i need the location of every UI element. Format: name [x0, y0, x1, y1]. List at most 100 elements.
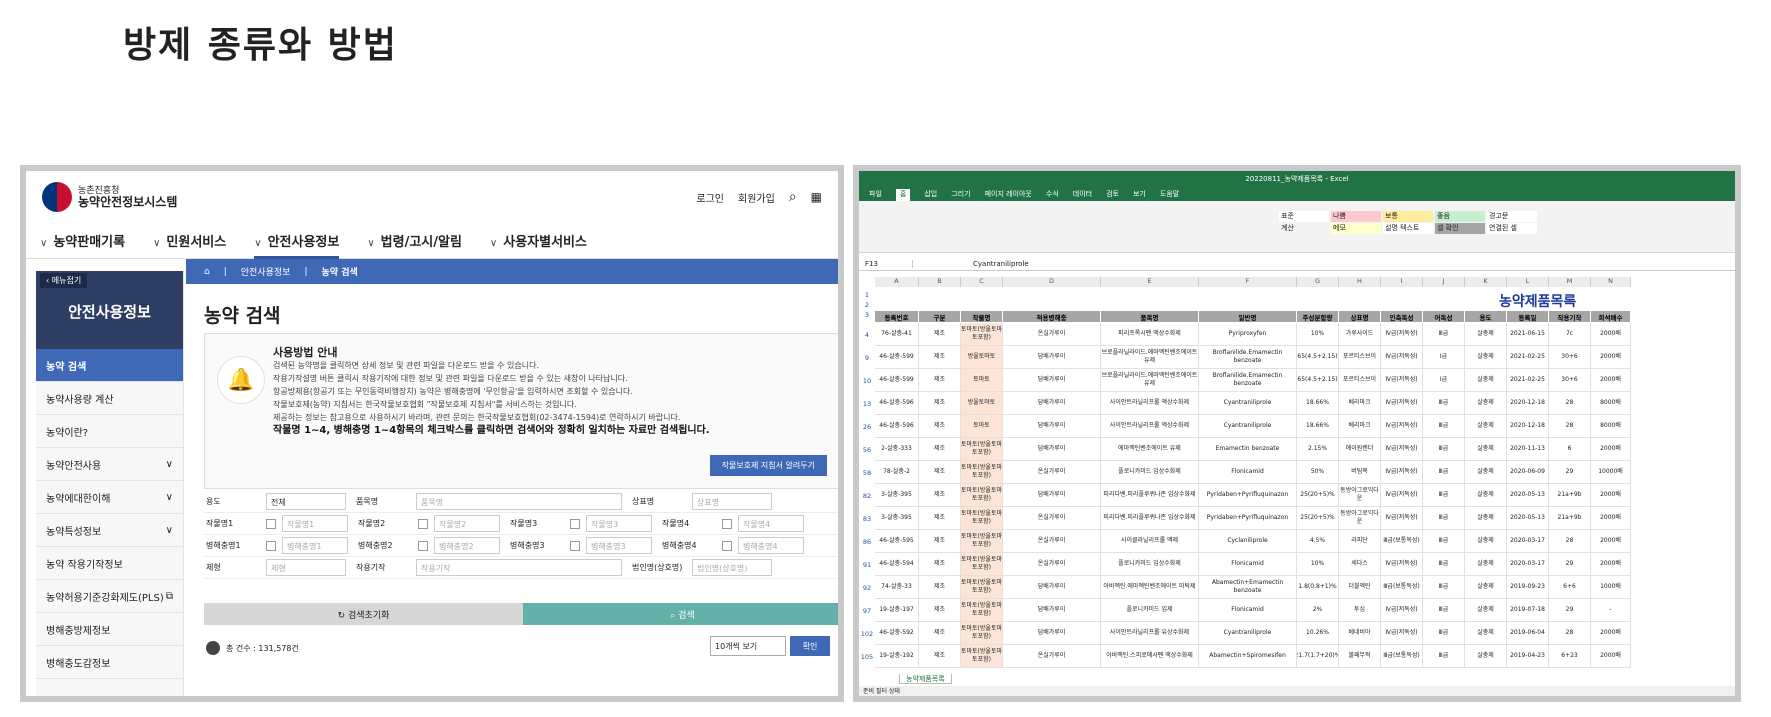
- table-cell[interactable]: 2000배: [1591, 530, 1631, 553]
- cell-style-item[interactable]: 좋음: [1435, 211, 1485, 222]
- row-number[interactable]: 1: [859, 291, 875, 299]
- table-cell[interactable]: Ⅲ급: [1423, 438, 1465, 461]
- table-cell[interactable]: 사이안트라닐리프롤 액상수화제: [1101, 392, 1199, 415]
- side-item-understanding[interactable]: 농약에대한이해 ∨: [36, 481, 183, 514]
- table-cell[interactable]: 2019-04-23: [1507, 645, 1549, 668]
- column-header[interactable]: C: [961, 277, 1003, 287]
- pest2-checkbox[interactable]: [418, 540, 428, 551]
- table-cell[interactable]: 브로플라닐라이드.에마멕틴벤조에이트 유제: [1101, 346, 1199, 369]
- table-cell[interactable]: 살충제: [1465, 622, 1507, 645]
- table-cell[interactable]: 포르티스브이: [1339, 369, 1381, 392]
- table-header-cell[interactable]: 주성분함량: [1297, 311, 1339, 322]
- table-cell[interactable]: 제조: [919, 576, 961, 599]
- table-cell[interactable]: 2000배: [1591, 323, 1631, 346]
- table-cell[interactable]: 6.65(4.5+2.15)%: [1297, 369, 1339, 392]
- table-cell[interactable]: 25(20+5)%: [1297, 484, 1339, 507]
- column-header[interactable]: I: [1381, 277, 1423, 287]
- table-cell[interactable]: 2020-03-17: [1507, 553, 1549, 576]
- table-cell[interactable]: 10%: [1297, 553, 1339, 576]
- table-cell[interactable]: 살충제: [1465, 323, 1507, 346]
- table-cell[interactable]: 제조: [919, 645, 961, 668]
- ribbon-tab[interactable]: 보기: [1133, 189, 1146, 201]
- table-cell[interactable]: 46-살충-595: [875, 530, 919, 553]
- row-number[interactable]: 56: [859, 446, 875, 454]
- table-cell[interactable]: 살충제: [1465, 576, 1507, 599]
- row-number[interactable]: 105: [859, 653, 875, 661]
- ribbon-tab[interactable]: 수식: [1046, 189, 1059, 201]
- table-cell[interactable]: 살충제: [1465, 346, 1507, 369]
- table-cell[interactable]: 살충제: [1465, 530, 1507, 553]
- table-cell[interactable]: 동방아그로익다운: [1339, 507, 1381, 530]
- table-cell[interactable]: Cyclaniliprole: [1199, 530, 1297, 553]
- table-cell[interactable]: 가루사이드: [1339, 323, 1381, 346]
- ribbon-tab[interactable]: 페이지 레이아웃: [985, 189, 1032, 201]
- table-cell[interactable]: 6.65(4.5+2.15)%: [1297, 346, 1339, 369]
- table-cell[interactable]: 담배가루이: [1003, 599, 1101, 622]
- table-cell[interactable]: 토마토: [961, 369, 1003, 392]
- table-cell[interactable]: 제조: [919, 461, 961, 484]
- table-cell[interactable]: Ⅲ급: [1423, 530, 1465, 553]
- table-cell[interactable]: 토마토(방울토마토포함): [961, 438, 1003, 461]
- crop4-input[interactable]: 작물명4: [738, 515, 804, 532]
- formulation-input[interactable]: 제형: [266, 559, 346, 576]
- table-cell[interactable]: 토마토(방울토마토포함): [961, 530, 1003, 553]
- ribbon-tab[interactable]: 검토: [1106, 189, 1119, 201]
- table-cell[interactable]: 6: [1549, 438, 1591, 461]
- table-cell[interactable]: 라피단: [1339, 530, 1381, 553]
- table-header-cell[interactable]: 작용기작: [1549, 311, 1591, 322]
- table-cell[interactable]: Ⅳ급(저독성): [1381, 553, 1423, 576]
- cell-style-item[interactable]: 설명 텍스트: [1383, 223, 1433, 234]
- table-header-cell[interactable]: 작물명: [961, 311, 1003, 322]
- table-cell[interactable]: -: [1591, 599, 1631, 622]
- ribbon-tab[interactable]: 삽입: [924, 189, 937, 201]
- table-cell[interactable]: 46-살충-592: [875, 622, 919, 645]
- table-cell[interactable]: Ⅳ급(저독성): [1381, 346, 1423, 369]
- table-cell[interactable]: 2020-11-13: [1507, 438, 1549, 461]
- table-cell[interactable]: 19-살충-197: [875, 599, 919, 622]
- reset-button[interactable]: ↻ 검색초기화: [204, 603, 523, 625]
- brand-input[interactable]: 상표명: [692, 493, 772, 510]
- table-cell[interactable]: 브로플라닐라이드.에마멕틴벤조에이트 유제: [1101, 369, 1199, 392]
- table-cell[interactable]: 볼패무적: [1339, 645, 1381, 668]
- table-cell[interactable]: 2020-05-13: [1507, 484, 1549, 507]
- table-cell[interactable]: 2000배: [1591, 438, 1631, 461]
- table-cell[interactable]: 살충제: [1465, 645, 1507, 668]
- table-cell[interactable]: Ⅳ급(저독성): [1381, 438, 1423, 461]
- table-cell[interactable]: 사이클라닐리프롤 액제: [1101, 530, 1199, 553]
- table-cell[interactable]: Pyridaben+Pyrifluquinazon: [1199, 484, 1297, 507]
- table-header-cell[interactable]: 상표명: [1339, 311, 1381, 322]
- table-cell[interactable]: 10.26%: [1297, 622, 1339, 645]
- pest1-input[interactable]: 병해충명1: [282, 537, 348, 554]
- cell-style-item[interactable]: 계산: [1279, 223, 1329, 234]
- table-cell[interactable]: 28: [1549, 622, 1591, 645]
- table-cell[interactable]: 46-살충-599: [875, 346, 919, 369]
- pest4-input[interactable]: 병해충명4: [738, 537, 804, 554]
- table-header-cell[interactable]: 어독성: [1423, 311, 1465, 322]
- table-cell[interactable]: Ⅲ급: [1423, 576, 1465, 599]
- table-cell[interactable]: 8000배: [1591, 415, 1631, 438]
- table-cell[interactable]: 28: [1549, 415, 1591, 438]
- per-page-select[interactable]: 10개씩 보기: [710, 636, 786, 656]
- table-cell[interactable]: Ⅲ급: [1423, 392, 1465, 415]
- table-cell[interactable]: 피리프록시펜 액상수화제: [1101, 323, 1199, 346]
- side-item-pest-control[interactable]: 병해충방제정보: [36, 613, 183, 646]
- table-cell[interactable]: 아바멕틴.스피로메시펜 액상수화제: [1101, 645, 1199, 668]
- guide-book-button[interactable]: 작물보호제 지침서 알려두기: [709, 455, 827, 476]
- table-cell[interactable]: 46-살충-596: [875, 392, 919, 415]
- column-header[interactable]: B: [919, 277, 961, 287]
- crop2-input[interactable]: 작물명2: [434, 515, 500, 532]
- table-cell[interactable]: 살충제: [1465, 438, 1507, 461]
- table-cell[interactable]: Ⅲ급(보통독성): [1381, 530, 1423, 553]
- column-header[interactable]: J: [1423, 277, 1465, 287]
- table-cell[interactable]: 살충제: [1465, 369, 1507, 392]
- table-cell[interactable]: 2019-06-04: [1507, 622, 1549, 645]
- table-cell[interactable]: 베리마크: [1339, 415, 1381, 438]
- cell-style-item[interactable]: 보통: [1383, 211, 1433, 222]
- row-number[interactable]: 2: [859, 301, 875, 309]
- column-header[interactable]: M: [1549, 277, 1591, 287]
- crop1-input[interactable]: 작물명1: [282, 515, 348, 532]
- table-cell[interactable]: 1000배: [1591, 576, 1631, 599]
- table-cell[interactable]: 피리다벤.피리플루퀴나존 입상수화제: [1101, 484, 1199, 507]
- table-cell[interactable]: Ⅲ급: [1423, 461, 1465, 484]
- formula-input[interactable]: Cyantraniliprole: [913, 260, 1029, 268]
